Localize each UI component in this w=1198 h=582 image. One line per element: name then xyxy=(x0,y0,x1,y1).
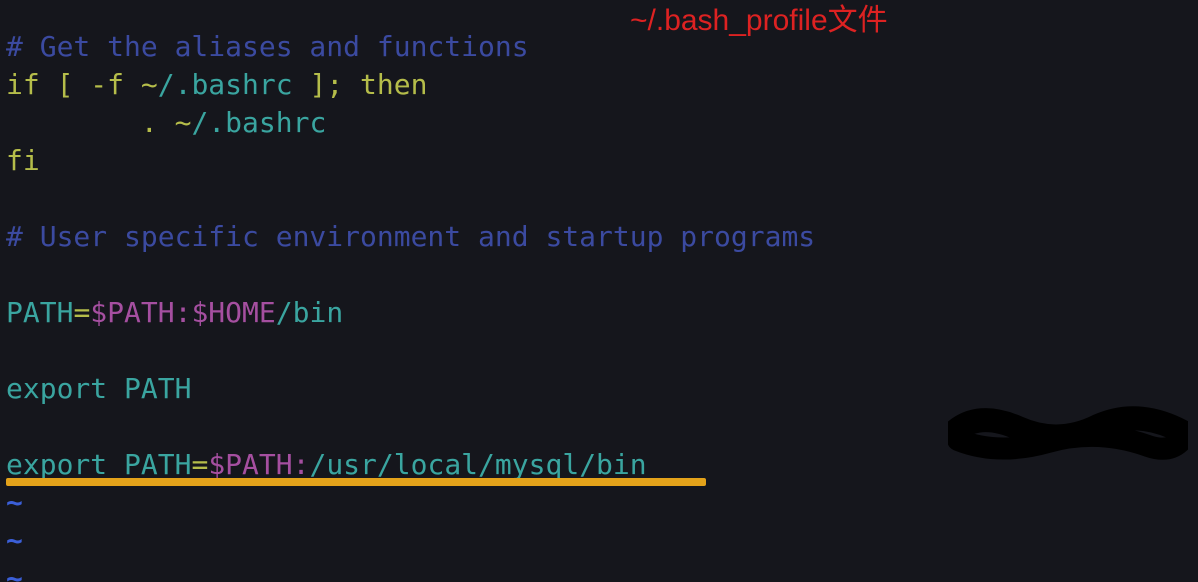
equals: = xyxy=(191,448,208,481)
editor-viewport[interactable]: # Get the aliases and functions if [ -f … xyxy=(6,28,815,582)
keyword-fi: fi xyxy=(6,144,40,177)
var-path: PATH xyxy=(6,296,73,329)
test-flag: -f xyxy=(90,68,124,101)
src-rest: /.bashrc xyxy=(191,106,326,139)
var-path: PATH xyxy=(124,372,191,405)
var-dollar-path: $PATH xyxy=(90,296,174,329)
code-comment: # Get the aliases and functions xyxy=(6,30,529,63)
equals: = xyxy=(73,296,90,329)
keyword-export: export xyxy=(6,372,107,405)
keyword-export: export xyxy=(6,448,107,481)
redaction-scribble xyxy=(948,398,1188,468)
keyword-if: if xyxy=(6,68,40,101)
dot-command: . xyxy=(141,106,158,139)
mysql-path: /usr/local/mysql/bin xyxy=(309,448,646,481)
colon: : xyxy=(293,448,310,481)
var-dollar-home: $HOME xyxy=(191,296,275,329)
var-path: PATH xyxy=(124,448,191,481)
path-tilde: ~ xyxy=(141,68,158,101)
vim-empty-line-tilde: ~ xyxy=(6,524,23,557)
vim-empty-line-tilde: ~ xyxy=(6,486,23,519)
semicolon: ; xyxy=(326,68,343,101)
src-tilde: ~ xyxy=(175,106,192,139)
vim-empty-line-tilde: ~ xyxy=(6,562,23,582)
code-comment: # User specific environment and startup … xyxy=(6,220,815,253)
bracket-close: ] xyxy=(309,68,326,101)
highlight-underline xyxy=(6,478,706,486)
bracket-open: [ xyxy=(57,68,74,101)
slash-bin: /bin xyxy=(276,296,343,329)
path-rest: /.bashrc xyxy=(158,68,293,101)
keyword-then: then xyxy=(360,68,427,101)
var-dollar-path: $PATH xyxy=(208,448,292,481)
colon: : xyxy=(175,296,192,329)
